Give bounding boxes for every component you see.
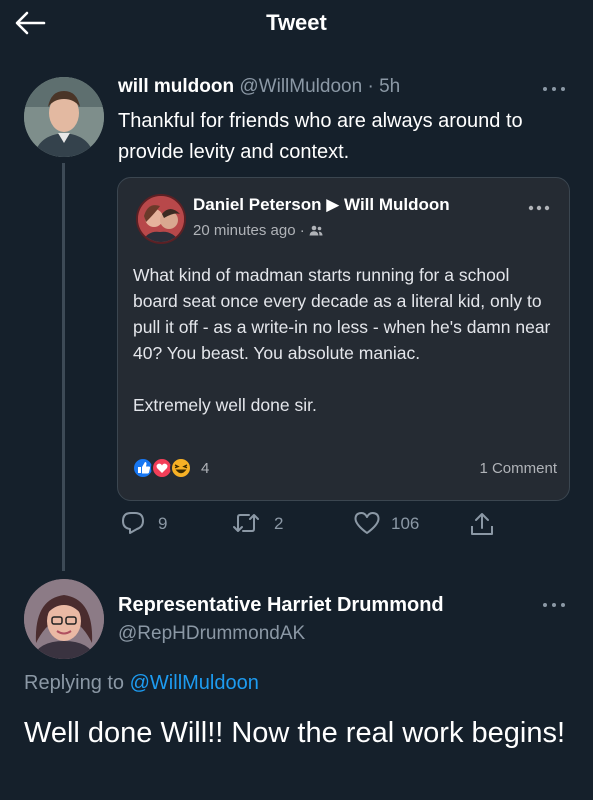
more-horizontal-icon — [543, 603, 565, 607]
subline-separator: · — [295, 222, 309, 239]
user-photo — [24, 579, 104, 659]
reply-button[interactable]: 9 — [120, 510, 180, 538]
friends-icon — [309, 225, 323, 236]
tweet-text: Thankful for friends who are always arou… — [118, 110, 523, 163]
reply-author-name[interactable]: Representative Harriet Drummond — [118, 594, 444, 617]
post-time: 20 minutes ago — [193, 222, 296, 239]
reaction-count: 4 — [201, 460, 210, 477]
thread-line — [62, 163, 65, 571]
reply-more-options-button[interactable] — [540, 598, 568, 610]
comment-count: 1 Comment — [479, 460, 557, 477]
tweet-meta: will muldoon @WillMuldoon · 5h — [118, 76, 400, 98]
reply-count: 9 — [158, 514, 168, 533]
more-horizontal-icon — [543, 87, 565, 91]
more-options-button[interactable] — [540, 82, 568, 94]
haha-reaction-icon — [170, 457, 192, 479]
post-body: What kind of madman starts running for a… — [133, 262, 558, 418]
replying-prefix: Replying to — [24, 672, 130, 694]
page-title: Tweet — [266, 10, 327, 35]
retweet-button[interactable]: 2 — [232, 510, 292, 538]
attached-image[interactable]: Daniel Peterson ▶ Will Muldoon 20 minute… — [117, 177, 570, 501]
couple-photo — [138, 196, 184, 242]
love-reaction-icon — [151, 457, 173, 479]
share-icon — [471, 513, 493, 535]
reply-icon — [122, 512, 144, 534]
post-paragraph: Extremely well done sir. — [133, 395, 317, 415]
post-avatar — [136, 194, 186, 244]
reply-text: Well done Will!! Now the real work begin… — [24, 717, 566, 749]
top-bar: Tweet — [0, 0, 593, 46]
like-count: 106 — [391, 514, 420, 533]
post-paragraph: What kind of madman starts running for a… — [133, 265, 551, 363]
post-recipient: Will Muldoon — [344, 195, 450, 214]
retweet-icon — [233, 514, 259, 532]
post-author: Daniel Peterson — [193, 195, 322, 214]
replying-handle-link[interactable]: @WillMuldoon — [130, 672, 259, 694]
tweet-time[interactable]: 5h — [379, 76, 400, 97]
replying-to: Replying to @WillMuldoon — [24, 672, 259, 695]
caret-right-icon: ▶ — [326, 195, 340, 214]
like-reaction-icon — [132, 457, 154, 479]
avatar[interactable] — [24, 77, 104, 157]
share-button[interactable] — [468, 510, 496, 538]
meta-separator: · — [362, 76, 380, 97]
post-subline: 20 minutes ago · — [193, 222, 323, 239]
user-photo — [24, 77, 104, 157]
heart-icon — [354, 512, 380, 534]
post-header: Daniel Peterson ▶ Will Muldoon — [193, 195, 450, 215]
retweet-count: 2 — [274, 514, 284, 533]
author-handle[interactable]: @WillMuldoon — [239, 76, 362, 97]
reply-author-handle[interactable]: @RepHDrummondAK — [118, 623, 305, 645]
author-name[interactable]: will muldoon — [118, 76, 234, 97]
post-more-icon — [526, 200, 552, 211]
avatar[interactable] — [24, 579, 104, 659]
like-button[interactable]: 106 — [353, 510, 433, 538]
